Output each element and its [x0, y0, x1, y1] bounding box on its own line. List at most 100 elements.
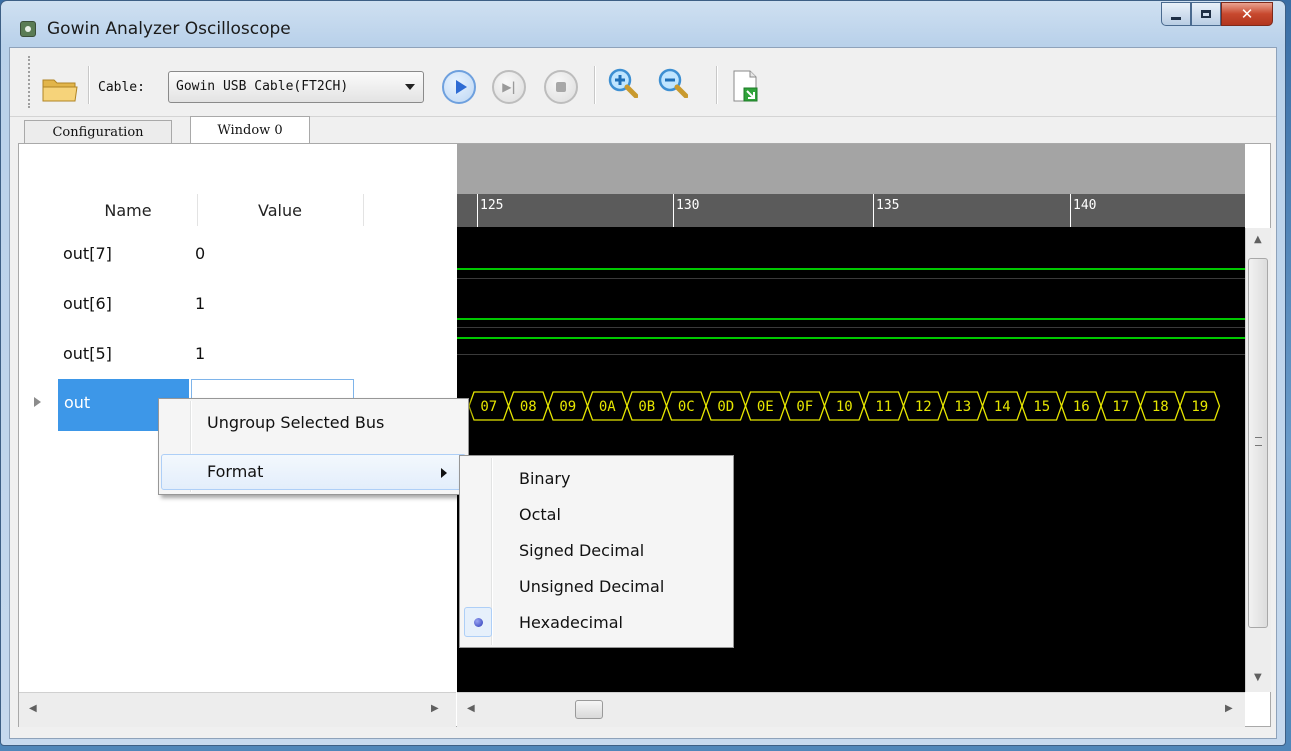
format-submenu: Binary Octal Signed Decimal Unsigned Dec…	[459, 455, 734, 648]
bus-segment-label: 10	[836, 399, 853, 415]
signal-name[interactable]: out[6]	[63, 294, 112, 313]
zoom-in-icon[interactable]	[608, 68, 638, 98]
ruler-tick	[1070, 194, 1071, 227]
submenu-arrow-icon	[441, 468, 447, 478]
row-divider	[457, 354, 1245, 355]
cable-select-value: Gowin USB Cable(FT2CH)	[176, 79, 349, 94]
menu-item-ungroup-selected-bus[interactable]: Ungroup Selected Bus	[161, 405, 466, 441]
bus-segment-label: 0A	[599, 399, 616, 415]
signal-trace-out5	[457, 337, 1245, 339]
bus-segment-label: 0B	[638, 399, 655, 415]
run-button[interactable]	[442, 70, 476, 104]
title-bar: Gowin Analyzer Oscilloscope ✕	[1, 1, 1285, 49]
scroll-up-icon[interactable]: ▲	[1254, 234, 1262, 245]
vertical-scroll-thumb[interactable]	[1248, 258, 1268, 628]
row-divider	[457, 327, 1245, 328]
bus-segment-label: 0C	[678, 399, 695, 415]
bus-segment-label: 12	[915, 399, 932, 415]
open-folder-icon[interactable]	[42, 76, 78, 102]
bus-trace-out: 07 08 09 0A 0B 0C 0D 0E 0F 10 11 12 13 14 15 16 17 18 19	[468, 391, 1221, 421]
bus-segment-label: 16	[1073, 399, 1090, 415]
signal-trace-out7	[457, 268, 1245, 270]
toolbar: Cable: Gowin USB Cable(FT2CH) ▶|	[10, 48, 1276, 117]
menu-item-label: Hexadecimal	[519, 613, 623, 632]
toolbar-separator	[88, 66, 90, 104]
cable-select[interactable]: Gowin USB Cable(FT2CH)	[168, 71, 424, 103]
bus-segment-label: 19	[1191, 399, 1208, 415]
menu-item-label: Signed Decimal	[519, 541, 645, 560]
menu-item-signed-decimal[interactable]: Signed Decimal	[462, 533, 731, 569]
toolbar-separator	[594, 66, 596, 104]
cable-label: Cable:	[98, 80, 145, 95]
signal-name[interactable]: out[5]	[63, 344, 112, 363]
menu-item-hexadecimal[interactable]: Hexadecimal	[462, 605, 731, 641]
chevron-down-icon	[405, 84, 415, 90]
app-icon	[20, 21, 36, 37]
zoom-out-icon[interactable]	[658, 68, 688, 98]
bus-segment-label: 07	[480, 399, 497, 415]
menu-item-unsigned-decimal[interactable]: Unsigned Decimal	[462, 569, 731, 605]
bus-name: out	[64, 393, 91, 412]
bus-segment-label: 13	[954, 399, 971, 415]
signal-name[interactable]: out[7]	[63, 244, 112, 263]
bus-segment-label: 0F	[796, 399, 813, 415]
column-header-name[interactable]: Name	[59, 194, 198, 226]
scroll-left-icon[interactable]: ◀	[467, 703, 475, 714]
window-title: Gowin Analyzer Oscilloscope	[47, 19, 291, 39]
menu-item-label: Octal	[519, 505, 561, 524]
menu-item-label: Binary	[519, 469, 571, 488]
menu-item-format[interactable]: Format	[161, 454, 466, 490]
scroll-left-icon[interactable]: ◀	[29, 703, 37, 714]
window-controls: ✕	[1161, 2, 1273, 26]
name-horizontal-scrollbar[interactable]: ◀ ▶	[19, 692, 456, 727]
tab-window-0[interactable]: Window 0	[190, 116, 310, 143]
bus-segment-label: 18	[1152, 399, 1169, 415]
minimize-button[interactable]	[1161, 2, 1191, 26]
menu-item-label: Unsigned Decimal	[519, 577, 665, 596]
step-button[interactable]: ▶|	[492, 70, 526, 104]
close-button[interactable]: ✕	[1221, 2, 1273, 26]
row-divider	[457, 278, 1245, 279]
scroll-right-icon[interactable]: ▶	[431, 703, 439, 714]
signal-value: 1	[195, 344, 206, 363]
context-menu: Ungroup Selected Bus Format	[158, 398, 469, 495]
signal-trace-out6	[457, 318, 1245, 320]
ruler-header	[457, 144, 1245, 194]
tab-configuration[interactable]: Configuration	[24, 120, 172, 143]
stop-button[interactable]	[544, 70, 578, 104]
bus-segment-label: 15	[1033, 399, 1050, 415]
toolbar-separator	[716, 66, 718, 104]
bus-segment-label: 0D	[717, 399, 734, 415]
ruler-tick	[477, 194, 478, 227]
signal-value: 1	[195, 294, 206, 313]
bus-segment-label: 0E	[757, 399, 774, 415]
scroll-right-icon[interactable]: ▶	[1225, 703, 1233, 714]
bus-segment-label: 08	[520, 399, 537, 415]
scroll-down-icon[interactable]: ▼	[1254, 672, 1262, 683]
ruler-tick-label: 130	[676, 198, 700, 213]
ruler-tick-label: 140	[1073, 198, 1097, 213]
maximize-button[interactable]	[1191, 2, 1221, 26]
menu-item-label: Format	[207, 462, 264, 481]
status-bar	[10, 730, 1276, 739]
vertical-scrollbar[interactable]: ▲ ▼	[1245, 228, 1271, 692]
column-header-value[interactable]: Value	[197, 194, 364, 226]
ruler-tick	[673, 194, 674, 227]
wave-horizontal-scrollbar[interactable]: ◀ ▶	[457, 692, 1245, 727]
ruler-tick	[873, 194, 874, 227]
scroll-grip-icon	[1255, 437, 1262, 446]
bus-segment-label: 17	[1112, 399, 1129, 415]
expand-arrow-icon[interactable]	[34, 397, 41, 407]
toolbar-grip[interactable]	[28, 56, 33, 108]
menu-item-binary[interactable]: Binary	[462, 461, 731, 497]
menu-item-octal[interactable]: Octal	[462, 497, 731, 533]
signal-value: 0	[195, 244, 206, 263]
bus-segment-label: 09	[559, 399, 576, 415]
radio-indicator	[464, 607, 492, 637]
ruler-tick-label: 135	[876, 198, 900, 213]
export-icon[interactable]	[732, 70, 758, 102]
horizontal-scroll-thumb[interactable]	[575, 700, 603, 719]
ruler-tick-label: 125	[480, 198, 504, 213]
bus-segment-label: 14	[994, 399, 1011, 415]
bus-segment-label: 11	[875, 399, 892, 415]
